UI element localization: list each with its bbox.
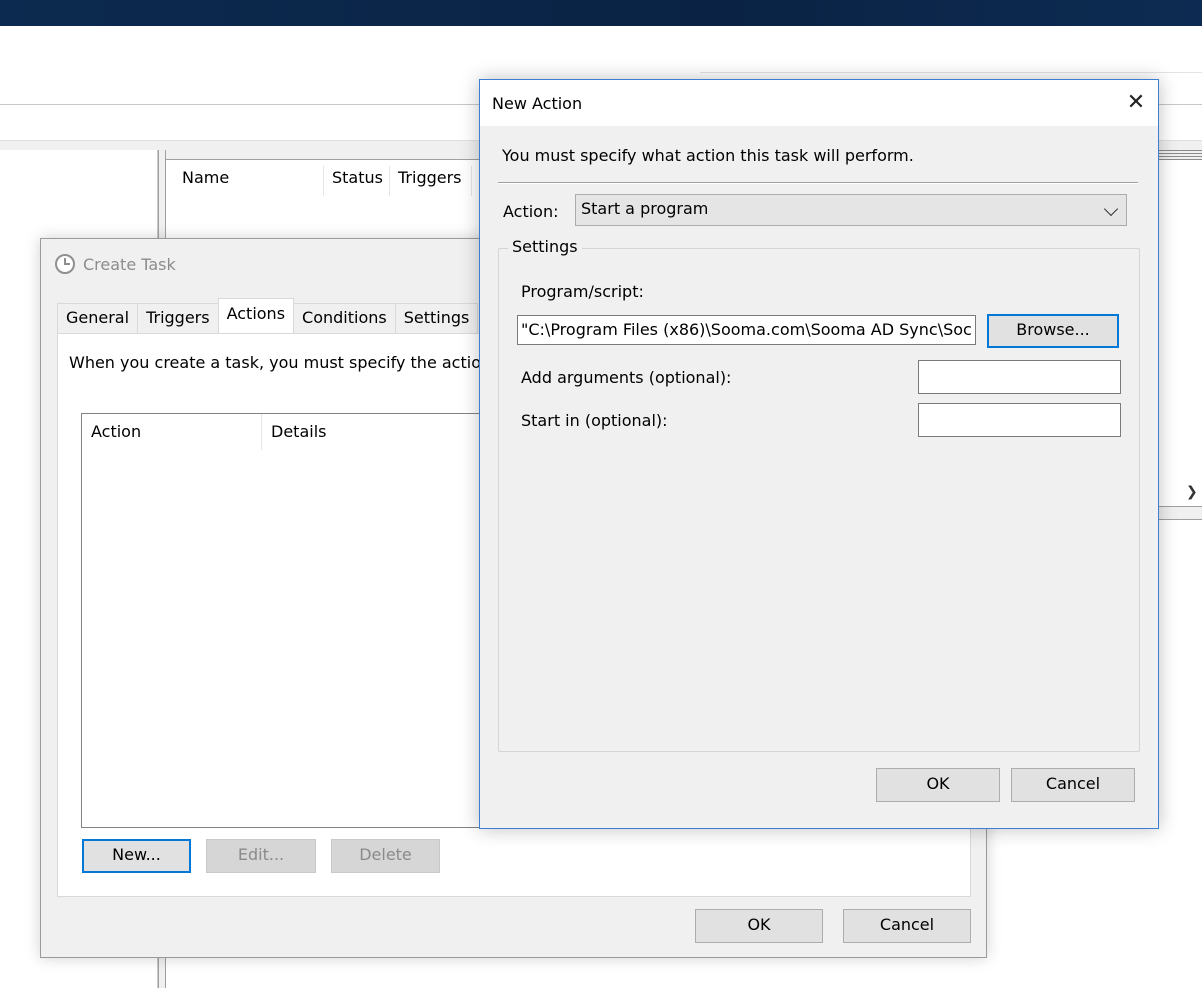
new-action-button[interactable]: New...: [82, 839, 191, 873]
divider: [498, 182, 1138, 184]
browse-button[interactable]: Browse...: [987, 314, 1119, 348]
tab-strip: General Triggers Actions Conditions Sett…: [57, 298, 479, 333]
action-label: Action:: [503, 202, 559, 221]
start-in-label: Start in (optional):: [521, 411, 668, 430]
settings-group-label: Settings: [508, 237, 582, 256]
toolbar-divider: [700, 72, 1202, 73]
dialog-title-bar: Create Task: [55, 253, 176, 275]
dialog-instructions: You must specify what action this task w…: [502, 146, 914, 165]
actions-pane-splitter[interactable]: [1158, 150, 1202, 160]
column-header-action[interactable]: Action: [82, 414, 262, 450]
actions-description: When you create a task, you must specify…: [69, 353, 481, 372]
chevron-right-icon[interactable]: ❯: [1186, 484, 1198, 500]
tab-actions[interactable]: Actions: [217, 298, 295, 333]
chevron-down-icon: [1103, 201, 1119, 217]
delete-action-button[interactable]: Delete: [331, 839, 440, 873]
dialog-title: Create Task: [83, 254, 176, 274]
program-script-label: Program/script:: [521, 282, 644, 301]
ok-button[interactable]: OK: [876, 768, 1000, 802]
add-arguments-label: Add arguments (optional):: [521, 368, 732, 387]
column-header-details[interactable]: Details: [262, 414, 512, 450]
desktop-title-bar: [0, 0, 1202, 26]
ok-button[interactable]: OK: [695, 909, 823, 943]
column-header-name[interactable]: Name: [174, 166, 324, 196]
tab-settings[interactable]: Settings: [394, 303, 479, 333]
cancel-button[interactable]: Cancel: [1011, 768, 1135, 802]
toolbar-divider: [1158, 104, 1202, 105]
add-arguments-input[interactable]: [918, 360, 1121, 394]
horizontal-splitter[interactable]: [1158, 506, 1202, 520]
dialog-title: New Action: [492, 94, 583, 113]
program-script-input[interactable]: "C:\Program Files (x86)\Sooma.com\Sooma …: [517, 315, 976, 345]
cancel-button[interactable]: Cancel: [843, 909, 971, 943]
new-action-dialog: New Action ✕ You must specify what actio…: [479, 79, 1159, 829]
toolbar-divider: [0, 104, 480, 105]
actions-list[interactable]: Action Details: [81, 413, 511, 828]
start-in-input[interactable]: [918, 403, 1121, 437]
tab-triggers[interactable]: Triggers: [137, 303, 219, 333]
column-header-status[interactable]: Status: [324, 166, 390, 196]
action-type-value: Start a program: [581, 199, 709, 218]
tab-conditions[interactable]: Conditions: [293, 303, 396, 333]
action-type-select[interactable]: Start a program: [575, 194, 1127, 226]
column-header-triggers[interactable]: Triggers: [390, 166, 472, 196]
tab-general[interactable]: General: [57, 303, 139, 333]
clock-icon: [55, 254, 75, 274]
edit-action-button[interactable]: Edit...: [206, 839, 316, 873]
close-icon[interactable]: ✕: [1120, 86, 1152, 120]
